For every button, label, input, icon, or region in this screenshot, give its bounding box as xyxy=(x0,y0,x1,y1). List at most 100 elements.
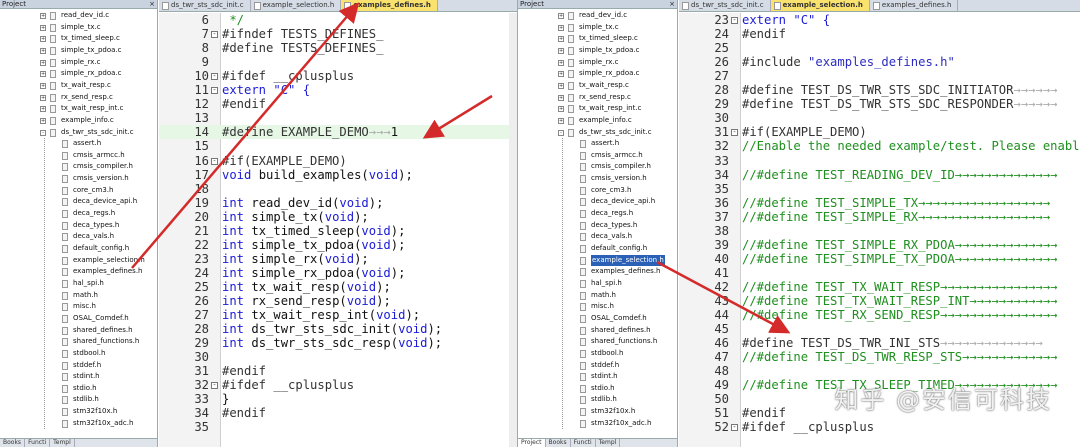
expand-icon[interactable]: + xyxy=(40,24,46,31)
code-line[interactable]: 17 void build_examples(void); xyxy=(159,168,517,182)
tree-item[interactable]: cmsis_version.h xyxy=(0,173,157,185)
close-icon[interactable]: × xyxy=(149,0,155,9)
tree-item[interactable]: + simple_rx.c xyxy=(518,57,677,69)
tree-item[interactable]: assert.h xyxy=(518,138,677,150)
tree-item[interactable]: + tx_timed_sleep.c xyxy=(0,33,157,45)
panel-tab[interactable]: Books xyxy=(546,439,571,447)
editor-tab[interactable]: examples_defines.h xyxy=(341,0,438,11)
code-editor[interactable]: ds_twr_sts_sdc_init.c example_selection.h… xyxy=(159,0,517,447)
code-line[interactable]: 26 #include "examples_defines.h" xyxy=(679,55,1080,69)
code-line[interactable]: 10- #ifdef __cplusplus xyxy=(159,69,517,83)
code-line[interactable]: 23- extern "C" { xyxy=(679,13,1080,27)
tree-item[interactable]: stddef.h xyxy=(0,360,157,372)
expand-icon[interactable]: + xyxy=(40,13,46,19)
tree-item[interactable]: + tx_timed_sleep.c xyxy=(518,33,677,45)
panel-tab[interactable]: Project xyxy=(518,439,546,447)
tree-item[interactable]: math.h xyxy=(0,290,157,302)
tree-item[interactable]: examples_defines.h xyxy=(518,266,677,278)
panel-tab[interactable]: Functi xyxy=(25,439,51,447)
code-line[interactable]: 39 //#define TEST_SIMPLE_RX_PDOA→→→→→→→→→… xyxy=(679,238,1080,252)
code-line[interactable]: 30 xyxy=(679,111,1080,125)
tree-item[interactable]: shared_functions.h xyxy=(0,336,157,348)
tree-item[interactable]: stm32f10x_adc.h xyxy=(518,418,677,430)
tree-item[interactable]: stdio.h xyxy=(0,383,157,395)
tree-item[interactable]: stm32f10x.h xyxy=(518,406,677,418)
code-line[interactable]: 26 int rx_send_resp(void); xyxy=(159,294,517,308)
tree-item[interactable]: deca_vals.h xyxy=(518,231,677,243)
code-line[interactable]: 41 xyxy=(679,266,1080,280)
panel-tab[interactable]: Books xyxy=(0,439,26,447)
fold-toggle-icon[interactable]: - xyxy=(211,87,218,95)
tree-item[interactable]: stddef.h xyxy=(518,360,677,372)
code-line[interactable]: 7- #ifndef TESTS_DEFINES_ xyxy=(159,27,517,41)
code-line[interactable]: 8 #define TESTS_DEFINES_ xyxy=(159,41,517,55)
tree-item[interactable]: hal_spi.h xyxy=(0,278,157,290)
expand-icon[interactable]: + xyxy=(40,59,46,66)
code-line[interactable]: 37 //#define TEST_SIMPLE_RX→→→→→→→→→→→→→→… xyxy=(679,210,1080,224)
code-line[interactable]: 43 //#define TEST_TX_WAIT_RESP_INT→→→→→→→… xyxy=(679,294,1080,308)
tree-item[interactable]: + tx_wait_resp.c xyxy=(0,80,157,92)
expand-icon[interactable]: + xyxy=(40,106,46,113)
code-line[interactable]: 32 //Enable the needed example/test. Plea… xyxy=(679,139,1080,153)
tree-item[interactable]: deca_types.h xyxy=(518,220,677,232)
tree-item[interactable]: example_selection.h xyxy=(0,255,157,267)
code-line[interactable]: 48 xyxy=(679,364,1080,378)
code-line[interactable]: 45 xyxy=(679,322,1080,336)
tree-item[interactable]: + example_info.c xyxy=(0,115,157,127)
code-line[interactable]: 20 int simple_tx(void); xyxy=(159,210,517,224)
code-line[interactable]: 38 xyxy=(679,224,1080,238)
expand-icon[interactable]: + xyxy=(558,117,564,124)
tree-item[interactable]: math.h xyxy=(518,290,677,302)
editor-tab[interactable]: ds_twr_sts_sdc_init.c xyxy=(679,0,771,11)
code-line[interactable]: 42 //#define TEST_TX_WAIT_RESP→→→→→→→→→→→… xyxy=(679,280,1080,294)
fold-toggle-icon[interactable]: - xyxy=(731,424,738,432)
tree-item[interactable]: + tx_wait_resp_int.c xyxy=(518,103,677,115)
expand-icon[interactable]: + xyxy=(558,24,564,31)
code-line[interactable]: 36 //#define TEST_SIMPLE_TX→→→→→→→→→→→→→→… xyxy=(679,196,1080,210)
tree-item[interactable]: deca_vals.h xyxy=(0,231,157,243)
tree-item[interactable]: + read_dev_id.c xyxy=(518,10,677,22)
code-line[interactable]: 34 #endif xyxy=(159,406,517,420)
expand-icon[interactable]: + xyxy=(558,71,564,78)
tree-item[interactable]: + tx_wait_resp_int.c xyxy=(0,103,157,115)
code-line[interactable]: 18 xyxy=(159,182,517,196)
code-line[interactable]: 15 xyxy=(159,139,517,153)
expand-icon[interactable]: + xyxy=(558,82,564,89)
code-line[interactable]: 22 int simple_tx_pdoa(void); xyxy=(159,238,517,252)
code-line[interactable]: 13 xyxy=(159,111,517,125)
tree-item[interactable]: core_cm3.h xyxy=(0,185,157,197)
tree-item[interactable]: default_config.h xyxy=(518,243,677,255)
panel-tab[interactable]: Templ xyxy=(50,439,75,447)
expand-icon[interactable]: + xyxy=(558,106,564,113)
expand-icon[interactable]: + xyxy=(558,59,564,66)
code-line[interactable]: 24 #endif xyxy=(679,27,1080,41)
fold-toggle-icon[interactable]: - xyxy=(211,31,218,39)
tree-item[interactable]: + simple_rx_pdoa.c xyxy=(0,68,157,80)
tree-item[interactable]: + simple_tx_pdoa.c xyxy=(0,45,157,57)
tree-item[interactable]: assert.h xyxy=(0,138,157,150)
code-line[interactable]: 25 xyxy=(679,41,1080,55)
code-line[interactable]: 29 int ds_twr_sts_sdc_resp(void); xyxy=(159,336,517,350)
code-line[interactable]: 35 xyxy=(679,182,1080,196)
tree-item[interactable]: cmsis_compiler.h xyxy=(518,161,677,173)
tree-item[interactable]: cmsis_version.h xyxy=(518,173,677,185)
expand-icon[interactable]: + xyxy=(558,47,564,54)
tree-item[interactable]: stdbool.h xyxy=(0,348,157,360)
tree-item[interactable]: + simple_rx_pdoa.c xyxy=(518,68,677,80)
editor-tab[interactable]: example_selection.h xyxy=(251,0,342,11)
tree-item[interactable]: default_config.h xyxy=(0,243,157,255)
tree-item[interactable]: deca_regs.h xyxy=(0,208,157,220)
expand-icon[interactable]: + xyxy=(40,36,46,43)
tree-item[interactable]: stm32f10x.h xyxy=(0,406,157,418)
code-line[interactable]: 52- #ifdef __cplusplus xyxy=(679,420,1080,434)
code-area[interactable]: 6 */7- #ifndef TESTS_DEFINES_ 8 #define TES… xyxy=(159,13,517,447)
code-line[interactable]: 44 //#define TEST_RX_SEND_RESP→→→→→→→→→→→… xyxy=(679,308,1080,322)
tree-item[interactable]: stdio.h xyxy=(518,383,677,395)
code-line[interactable]: 12 #endif xyxy=(159,97,517,111)
code-line[interactable]: 16- #if(EXAMPLE_DEMO) xyxy=(159,154,517,168)
expand-icon[interactable]: + xyxy=(40,71,46,78)
code-line[interactable]: 27 int tx_wait_resp_int(void); xyxy=(159,308,517,322)
tree-item[interactable]: core_cm3.h xyxy=(518,185,677,197)
tree-item[interactable]: stdint.h xyxy=(518,371,677,383)
tree-item[interactable]: deca_device_api.h xyxy=(0,196,157,208)
